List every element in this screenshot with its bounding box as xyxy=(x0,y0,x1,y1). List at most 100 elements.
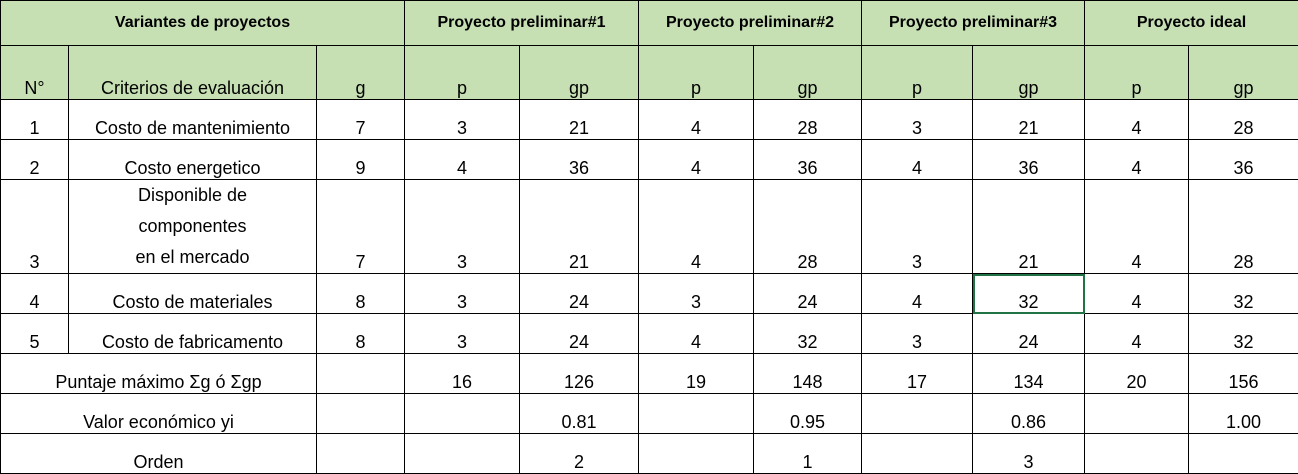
empty-cell[interactable] xyxy=(317,434,405,474)
criterion-cell[interactable]: Costo de materiales xyxy=(69,274,317,314)
p1-cell[interactable]: 3 xyxy=(405,100,520,140)
gpi-cell[interactable]: 28 xyxy=(1189,100,1298,140)
p1-total[interactable]: 16 xyxy=(405,354,520,394)
empty-cell[interactable] xyxy=(317,394,405,434)
p1-cell[interactable]: 3 xyxy=(405,314,520,354)
gpi-cell[interactable]: 32 xyxy=(1189,314,1298,354)
p2-cell[interactable]: 4 xyxy=(639,180,754,274)
p1-cell[interactable]: 3 xyxy=(405,180,520,274)
gp2-cell[interactable]: 32 xyxy=(754,314,862,354)
p3-cell[interactable]: 4 xyxy=(862,274,973,314)
gp1-cell[interactable]: 24 xyxy=(520,314,639,354)
pi-cell[interactable]: 4 xyxy=(1085,140,1189,180)
row-number[interactable]: 3 xyxy=(1,180,69,274)
gp1-header[interactable]: gp xyxy=(520,46,639,100)
gpi-cell[interactable]: 28 xyxy=(1189,180,1298,274)
p3-header[interactable]: p xyxy=(862,46,973,100)
gp1-cell[interactable]: 36 xyxy=(520,140,639,180)
p2-cell[interactable]: 4 xyxy=(639,100,754,140)
pi-total[interactable]: 20 xyxy=(1085,354,1189,394)
p1-header[interactable]: p xyxy=(405,46,520,100)
pi-cell[interactable]: 4 xyxy=(1085,180,1189,274)
gpi-total[interactable]: 156 xyxy=(1189,354,1298,394)
g-cell[interactable]: 7 xyxy=(317,180,405,274)
order-label[interactable]: Orden xyxy=(1,434,317,474)
gp1-cell[interactable]: 21 xyxy=(520,100,639,140)
p3-cell[interactable]: 3 xyxy=(862,180,973,274)
variants-header[interactable]: Variantes de proyectos xyxy=(1,1,405,46)
gp1-order[interactable]: 2 xyxy=(520,434,639,474)
p1-cell[interactable]: 4 xyxy=(405,140,520,180)
gp2-cell[interactable]: 24 xyxy=(754,274,862,314)
number-header[interactable]: N° xyxy=(1,46,69,100)
pi-header[interactable]: p xyxy=(1085,46,1189,100)
project-3-header[interactable]: Proyecto preliminar#3 xyxy=(862,1,1085,46)
economic-value-label[interactable]: Valor económico yi xyxy=(1,394,317,434)
criterion-cell[interactable]: Costo de mantenimiento xyxy=(69,100,317,140)
empty-cell[interactable] xyxy=(1189,434,1298,474)
gp3-order[interactable]: 3 xyxy=(973,434,1085,474)
gp2-econ[interactable]: 0.95 xyxy=(754,394,862,434)
row-number[interactable]: 5 xyxy=(1,314,69,354)
pi-cell[interactable]: 4 xyxy=(1085,100,1189,140)
p3-cell[interactable]: 4 xyxy=(862,140,973,180)
gp1-cell[interactable]: 24 xyxy=(520,274,639,314)
g-header[interactable]: g xyxy=(317,46,405,100)
p3-total[interactable]: 17 xyxy=(862,354,973,394)
empty-cell[interactable] xyxy=(639,434,754,474)
gp1-cell[interactable]: 21 xyxy=(520,180,639,274)
selected-cell[interactable]: 32 xyxy=(973,274,1085,314)
criterion-cell[interactable]: Costo energetico xyxy=(69,140,317,180)
gp1-total[interactable]: 126 xyxy=(520,354,639,394)
p2-cell[interactable]: 4 xyxy=(639,140,754,180)
p1-cell[interactable]: 3 xyxy=(405,274,520,314)
criterion-cell[interactable]: Disponible decomponentesen el mercado xyxy=(69,180,317,274)
gp2-total[interactable]: 148 xyxy=(754,354,862,394)
gp3-header[interactable]: gp xyxy=(973,46,1085,100)
empty-cell[interactable] xyxy=(862,394,973,434)
row-number[interactable]: 2 xyxy=(1,140,69,180)
gp2-cell[interactable]: 28 xyxy=(754,180,862,274)
gp2-header[interactable]: gp xyxy=(754,46,862,100)
pi-cell[interactable]: 4 xyxy=(1085,314,1189,354)
gp3-econ[interactable]: 0.86 xyxy=(973,394,1085,434)
empty-cell[interactable] xyxy=(317,354,405,394)
gp2-order[interactable]: 1 xyxy=(754,434,862,474)
criteria-header[interactable]: Criterios de evaluación xyxy=(69,46,317,100)
p2-cell[interactable]: 4 xyxy=(639,314,754,354)
totals-label[interactable]: Puntaje máximo Σg ó Σgp xyxy=(1,354,317,394)
gp3-cell[interactable]: 21 xyxy=(973,100,1085,140)
gp2-cell[interactable]: 28 xyxy=(754,100,862,140)
empty-cell[interactable] xyxy=(405,394,520,434)
empty-cell[interactable] xyxy=(1085,434,1189,474)
g-cell[interactable]: 7 xyxy=(317,100,405,140)
gp3-total[interactable]: 134 xyxy=(973,354,1085,394)
row-number[interactable]: 1 xyxy=(1,100,69,140)
g-cell[interactable]: 8 xyxy=(317,274,405,314)
empty-cell[interactable] xyxy=(862,434,973,474)
gp1-econ[interactable]: 0.81 xyxy=(520,394,639,434)
project-2-header[interactable]: Proyecto preliminar#2 xyxy=(639,1,862,46)
criterion-cell[interactable]: Costo de fabricamento xyxy=(69,314,317,354)
row-number[interactable]: 4 xyxy=(1,274,69,314)
p2-cell[interactable]: 3 xyxy=(639,274,754,314)
p3-cell[interactable]: 3 xyxy=(862,100,973,140)
gp3-cell[interactable]: 36 xyxy=(973,140,1085,180)
pi-cell[interactable]: 4 xyxy=(1085,274,1189,314)
empty-cell[interactable] xyxy=(1085,394,1189,434)
gpi-cell[interactable]: 36 xyxy=(1189,140,1298,180)
gp2-cell[interactable]: 36 xyxy=(754,140,862,180)
gpi-header[interactable]: gp xyxy=(1189,46,1298,100)
empty-cell[interactable] xyxy=(639,394,754,434)
p3-cell[interactable]: 3 xyxy=(862,314,973,354)
gp3-cell[interactable]: 21 xyxy=(973,180,1085,274)
gp3-cell[interactable]: 24 xyxy=(973,314,1085,354)
g-cell[interactable]: 8 xyxy=(317,314,405,354)
p2-total[interactable]: 19 xyxy=(639,354,754,394)
gpi-econ[interactable]: 1.00 xyxy=(1189,394,1298,434)
project-1-header[interactable]: Proyecto preliminar#1 xyxy=(405,1,639,46)
empty-cell[interactable] xyxy=(405,434,520,474)
p2-header[interactable]: p xyxy=(639,46,754,100)
ideal-project-header[interactable]: Proyecto ideal xyxy=(1085,1,1298,46)
gpi-cell[interactable]: 32 xyxy=(1189,274,1298,314)
